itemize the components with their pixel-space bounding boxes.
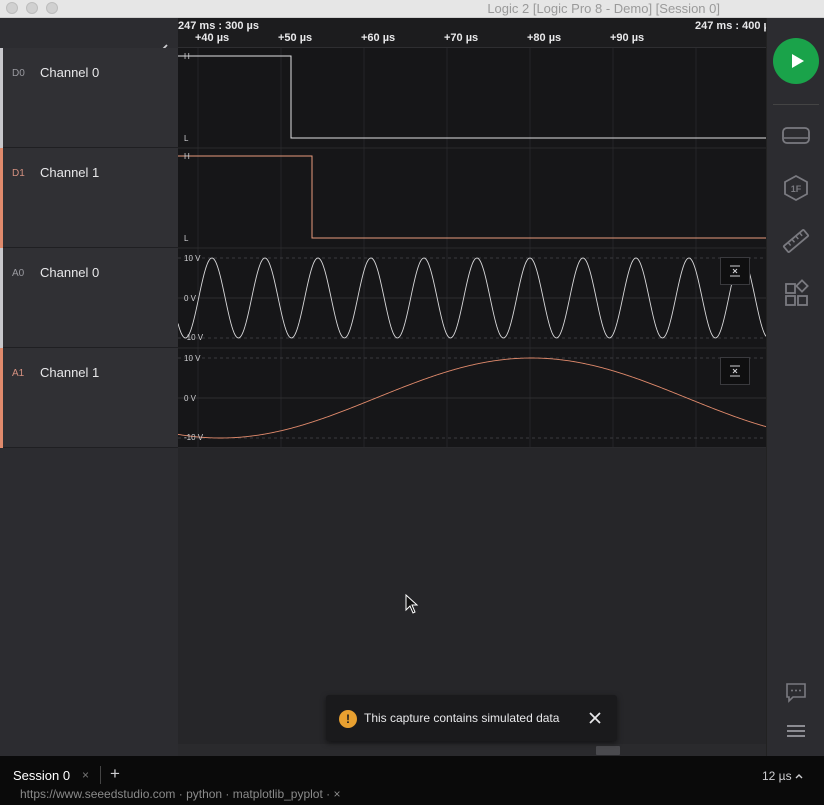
- level-low-label: L: [184, 234, 189, 243]
- channel-color-bar: [0, 348, 3, 448]
- mouse-cursor-icon: [405, 594, 419, 614]
- tab-session-0[interactable]: Session 0: [13, 768, 70, 783]
- channel-name[interactable]: Channel 0: [40, 265, 99, 280]
- channel-color-bar: [0, 48, 3, 148]
- sidebar-divider: [773, 104, 819, 105]
- channel-name[interactable]: Channel 0: [40, 65, 99, 80]
- waveform-area[interactable]: H L H L 10 V 0 V -10 V 10 V 0 V -10 V: [178, 48, 766, 448]
- zoom-level-display[interactable]: 12 µs: [762, 769, 803, 783]
- channel-name[interactable]: Channel 1: [40, 165, 99, 180]
- level-low-label: L: [184, 134, 189, 143]
- waveform-canvas: [178, 48, 766, 448]
- channel-panel: D0 Channel 0 D1 Channel 1 A0 Channel 0 A…: [0, 18, 178, 756]
- chevron-up-icon: [795, 774, 803, 779]
- play-icon: [792, 54, 804, 68]
- simulated-data-toast: ! This capture contains simulated data: [326, 695, 617, 741]
- extensions-icon[interactable]: [780, 278, 812, 310]
- bottom-bar: Session 0 × + 12 µs https://www.seeedstu…: [0, 756, 824, 805]
- timeline-ruler[interactable]: 247 ms : 300 µs 247 ms : 400 µ +40 µs +5…: [178, 18, 770, 48]
- zoom-level-value: 12 µs: [762, 769, 792, 783]
- close-window-button[interactable]: [6, 2, 18, 14]
- channel-name[interactable]: Channel 1: [40, 365, 99, 380]
- tab-divider: [100, 766, 101, 784]
- toast-message: This capture contains simulated data: [364, 711, 560, 725]
- channel-row-a0[interactable]: A0 Channel 0: [0, 248, 178, 348]
- close-icon[interactable]: [587, 710, 603, 726]
- channel-row-a1[interactable]: A1 Channel 1: [0, 348, 178, 448]
- channel-row-d1[interactable]: D1 Channel 1: [0, 148, 178, 248]
- window-title: Logic 2 [Logic Pro 8 - Demo] [Session 0]: [487, 1, 720, 16]
- voltage-bottom-label: -10 V: [184, 333, 204, 342]
- warning-icon: !: [339, 710, 357, 728]
- level-high-label: H: [184, 152, 190, 161]
- voltage-bottom-label: -10 V: [184, 433, 204, 442]
- fit-vertical-icon: [730, 265, 740, 277]
- start-capture-button[interactable]: [773, 38, 819, 84]
- timeline-tick: +50 µs: [278, 32, 313, 44]
- timeline-tick: +80 µs: [527, 32, 562, 44]
- channel-code: A0: [12, 268, 25, 279]
- measure-icon[interactable]: [780, 225, 812, 257]
- voltage-mid-label: 0 V: [184, 394, 197, 403]
- underlying-window-text: https://www.seeedstudio.com · python · m…: [20, 787, 341, 801]
- channel-color-bar: [0, 148, 3, 248]
- channel-code: D1: [12, 168, 25, 179]
- timeline-start-label: 247 ms : 300 µs: [178, 20, 259, 32]
- zoom-window-button[interactable]: [46, 2, 58, 14]
- voltage-top-label: 10 V: [184, 354, 201, 363]
- level-high-label: H: [184, 52, 190, 61]
- voltage-top-label: 10 V: [184, 254, 201, 263]
- timeline-tick: +90 µs: [610, 32, 645, 44]
- title-bar: Logic 2 [Logic Pro 8 - Demo] [Session 0]: [0, 0, 824, 18]
- scrollbar-thumb[interactable]: [596, 746, 620, 755]
- channel-code: A1: [12, 368, 25, 379]
- channel-row-d0[interactable]: D0 Channel 0: [0, 48, 178, 148]
- close-tab-icon[interactable]: ×: [82, 768, 89, 782]
- menu-icon[interactable]: [780, 716, 812, 748]
- fit-vertical-button[interactable]: [720, 257, 750, 285]
- comment-icon[interactable]: [780, 676, 812, 708]
- fit-vertical-button[interactable]: [720, 357, 750, 385]
- channel-color-bar: [0, 248, 3, 348]
- timeline-end-label: 247 ms : 400 µ: [695, 20, 770, 32]
- timeline-tick: +70 µs: [444, 32, 479, 44]
- fit-vertical-icon: [730, 365, 740, 377]
- add-tab-button[interactable]: +: [110, 764, 120, 784]
- channel-code: D0: [12, 68, 25, 79]
- timeline-tick: +60 µs: [361, 32, 396, 44]
- voltage-mid-label: 0 V: [184, 294, 197, 303]
- analyzer-icon[interactable]: 1F: [780, 172, 812, 204]
- minimize-window-button[interactable]: [26, 2, 38, 14]
- svg-text:1F: 1F: [791, 184, 802, 194]
- timeline-tick: +40 µs: [195, 32, 230, 44]
- device-icon[interactable]: [780, 119, 812, 151]
- horizontal-scrollbar[interactable]: [178, 744, 766, 756]
